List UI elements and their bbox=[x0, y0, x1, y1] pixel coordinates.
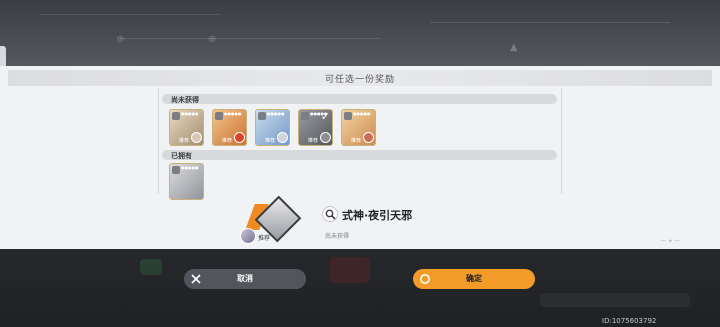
reward-card[interactable]: ●●●●● 推荐 bbox=[255, 109, 290, 146]
x-icon bbox=[191, 274, 201, 284]
character-avatar bbox=[191, 132, 202, 143]
recommend-tag: 推荐 bbox=[222, 138, 233, 144]
confirm-button-label: 确定 bbox=[466, 274, 482, 283]
backdrop-glyph-icon: ▲ bbox=[510, 42, 518, 53]
backdrop-streak bbox=[120, 38, 380, 39]
cancel-button-label: 取消 bbox=[237, 274, 253, 283]
character-avatar bbox=[234, 132, 245, 143]
character-avatar bbox=[320, 132, 331, 143]
backdrop-crosshair-icon: ⊕ bbox=[116, 34, 125, 45]
dialog-title: 可任选一份奖励 bbox=[324, 75, 395, 85]
backdrop-streak bbox=[40, 14, 220, 15]
backdrop-crosshair-icon: ⊕ bbox=[208, 34, 217, 45]
recommend-tag: 推荐 bbox=[308, 138, 319, 144]
selected-reward-status: 尚未获得 bbox=[325, 233, 350, 240]
recommend-tag: 推荐 bbox=[265, 138, 276, 144]
recommend-tag: 推荐 bbox=[179, 138, 190, 144]
backdrop-decor bbox=[540, 293, 690, 307]
reward-card[interactable]: ●●●●● bbox=[169, 163, 204, 200]
star-rating-icon: ●●●●● bbox=[267, 111, 285, 116]
game-backdrop-bottom bbox=[0, 249, 720, 327]
section-label-unowned: 尚未获得 bbox=[171, 96, 199, 104]
selected-avatar bbox=[240, 228, 256, 244]
checkmark-icon: ✓ bbox=[320, 110, 330, 123]
character-avatar bbox=[363, 132, 374, 143]
rarity-badge-icon bbox=[258, 112, 266, 120]
reward-card[interactable]: ●●●●● 推荐 bbox=[212, 109, 247, 146]
player-id: ID:1075603792 bbox=[602, 317, 657, 325]
backdrop-decor bbox=[330, 257, 370, 283]
character-avatar bbox=[277, 132, 288, 143]
magnifier-icon bbox=[325, 209, 336, 220]
brand-logo-icon: ꟷ ✦ ꟷ bbox=[661, 238, 680, 245]
rarity-badge-icon bbox=[172, 112, 180, 120]
reward-card[interactable]: ●●●●● 推荐 bbox=[341, 109, 376, 146]
star-rating-icon: ●●●●● bbox=[224, 111, 242, 116]
rarity-badge-icon bbox=[215, 112, 223, 120]
reward-card[interactable]: ●●●●● 推荐 bbox=[169, 109, 204, 146]
selected-recommend-tag: 推荐 bbox=[258, 235, 271, 242]
ring-icon bbox=[420, 274, 430, 284]
rarity-badge-icon bbox=[172, 166, 180, 174]
section-bar-unowned bbox=[162, 94, 557, 104]
section-label-owned: 已拥有 bbox=[171, 152, 192, 160]
recommend-tag: 推荐 bbox=[351, 138, 362, 144]
star-rating-icon: ●●●●● bbox=[181, 165, 199, 170]
section-bar-owned bbox=[162, 150, 557, 160]
game-backdrop-top: ⊕ ⊕ ▲ bbox=[0, 0, 720, 66]
selected-reward-name: 式神·夜引天邪 bbox=[342, 209, 413, 222]
reward-card[interactable]: ●●●●● 推荐 ✓ bbox=[298, 109, 333, 146]
inspect-button[interactable] bbox=[322, 206, 338, 222]
cancel-button[interactable]: 取消 bbox=[184, 269, 306, 289]
star-rating-icon: ●●●●● bbox=[353, 111, 371, 116]
star-rating-icon: ●●●●● bbox=[181, 111, 199, 116]
rarity-badge-icon bbox=[301, 112, 309, 120]
rarity-badge-icon bbox=[344, 112, 352, 120]
confirm-button[interactable]: 确定 bbox=[413, 269, 535, 289]
backdrop-streak bbox=[430, 22, 670, 23]
backdrop-decor bbox=[140, 259, 162, 275]
